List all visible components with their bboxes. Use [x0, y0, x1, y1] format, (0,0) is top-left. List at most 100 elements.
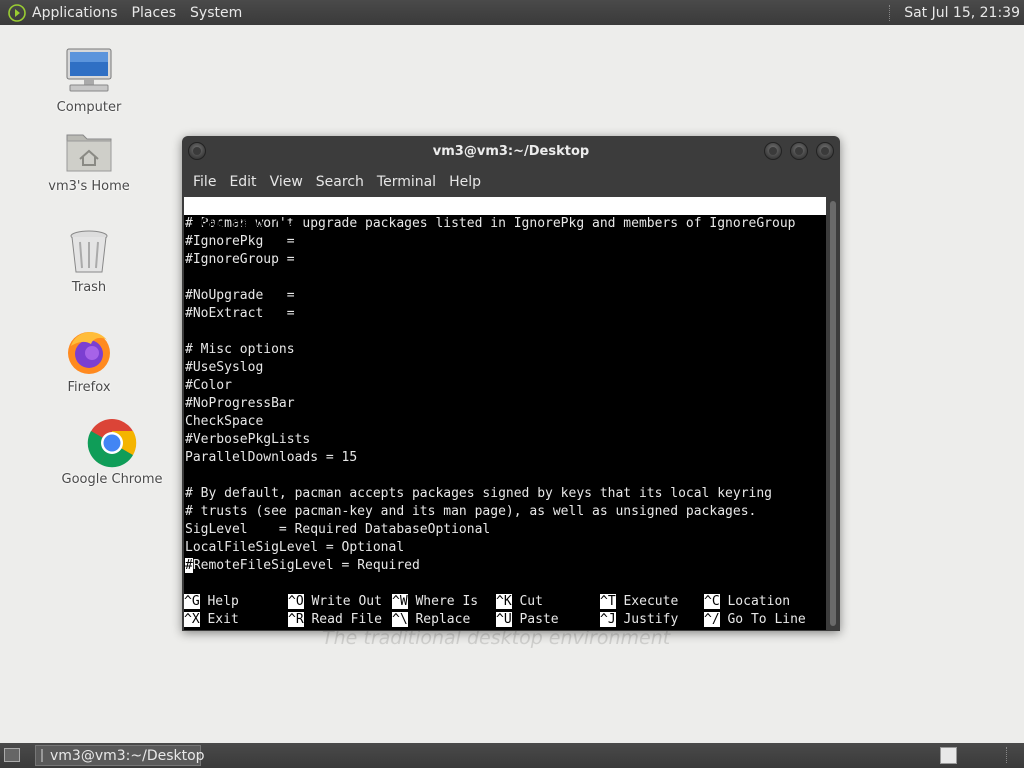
shortcut-key: ^U	[496, 612, 512, 627]
cursor-line-text: RemoteFileSigLevel = Required	[192, 558, 420, 573]
panel-separator	[889, 4, 896, 21]
nano-shortcut: ^K Cut	[496, 593, 543, 611]
taskbar-label: vm3@vm3:~/Desktop	[50, 747, 205, 764]
file-line[interactable]	[184, 269, 826, 287]
file-line[interactable]: SigLevel = Required DatabaseOptional	[184, 521, 826, 539]
bottom-panel: vm3@vm3:~/Desktop	[0, 743, 1024, 768]
shortcut-key: ^T	[600, 594, 616, 609]
panel-separator	[1006, 747, 1007, 763]
terminal-body[interactable]: GNU nano 7.2 /etc/pacman.conf # Pacman w…	[184, 197, 826, 630]
cursor-line[interactable]: #RemoteFileSigLevel = Required	[184, 557, 826, 575]
shortcut-key: ^K	[496, 594, 512, 609]
file-line[interactable]: CheckSpace	[184, 413, 826, 431]
desktop-icon-label: Computer	[56, 100, 122, 115]
nano-shortcut: ^T Execute	[600, 593, 678, 611]
computer-icon	[66, 48, 112, 92]
file-content[interactable]: # Pacman won't upgrade packages listed i…	[184, 215, 826, 557]
nano-shortcut: ^R Read File	[288, 611, 382, 629]
nano-shortcut: ^/ Go To Line	[704, 611, 806, 629]
nano-shortcut: ^W Where Is	[392, 593, 478, 611]
shortcut-key: ^X	[184, 612, 200, 627]
file-line[interactable]: # By default, pacman accepts packages si…	[184, 485, 826, 503]
menu-terminal[interactable]: Terminal	[377, 174, 436, 190]
shortcut-row-2: ^X Exit ^R Read File ^\ Replace ^U Paste ^J …	[184, 611, 826, 629]
terminal-icon	[41, 749, 43, 762]
trash-icon	[70, 230, 108, 273]
desktop-icon-home[interactable]: vm3's Home	[34, 127, 144, 194]
firefox-icon	[68, 332, 110, 374]
terminal-scrollbar[interactable]	[827, 197, 840, 630]
menu-help[interactable]: Help	[449, 174, 481, 190]
shortcut-key: ^R	[288, 612, 304, 627]
desktop-icon-trash[interactable]: Trash	[34, 228, 144, 295]
taskbar-terminal-button[interactable]: vm3@vm3:~/Desktop	[35, 745, 205, 766]
desktop-icon-label: Google Chrome	[61, 472, 163, 487]
desktop-icon-label: vm3's Home	[48, 179, 130, 194]
chrome-icon	[87, 419, 137, 468]
maximize-button[interactable]	[790, 142, 808, 160]
file-line[interactable]	[184, 467, 826, 485]
terminal-window[interactable]: vm3@vm3:~/Desktop File Edit View Search …	[182, 136, 840, 631]
desktop-icon-label: Trash	[71, 280, 107, 295]
menu-edit[interactable]: Edit	[229, 174, 256, 190]
shortcut-label: Replace	[415, 612, 471, 627]
file-line[interactable]: LocalFileSigLevel = Optional	[184, 539, 826, 557]
text-cursor: #	[185, 558, 193, 573]
distro-logo-icon[interactable]	[8, 3, 26, 22]
file-line[interactable]	[184, 323, 826, 341]
shortcut-key: ^W	[392, 594, 408, 609]
desktop-icon-firefox[interactable]: Firefox	[34, 328, 144, 395]
shortcut-label: Read File	[311, 612, 382, 627]
file-line[interactable]: #NoExtract =	[184, 305, 826, 323]
file-line[interactable]: #UseSyslog	[184, 359, 826, 377]
nano-shortcut: ^G Help	[184, 593, 239, 611]
shortcut-label: Where Is	[415, 594, 479, 609]
menu-file[interactable]: File	[193, 174, 216, 190]
shortcut-key: ^G	[184, 594, 200, 609]
shortcut-key: ^/	[704, 612, 720, 627]
file-line[interactable]: # trusts (see pacman-key and its man pag…	[184, 503, 826, 521]
nano-shortcut: ^U Paste	[496, 611, 559, 629]
applications-menu[interactable]: Applications	[32, 5, 118, 21]
desktop-icon-chrome[interactable]: Google Chrome	[57, 418, 167, 487]
nano-version: GNU nano 7.2	[201, 216, 295, 231]
file-line[interactable]: #IgnoreGroup =	[184, 251, 826, 269]
file-line[interactable]: #NoProgressBar	[184, 395, 826, 413]
nano-header: GNU nano 7.2 /etc/pacman.conf	[184, 197, 826, 249]
shortcut-key: ^J	[600, 612, 616, 627]
places-menu[interactable]: Places	[132, 5, 177, 21]
file-line[interactable]: # Misc options	[184, 341, 826, 359]
nano-shortcut: ^O Write Out	[288, 593, 382, 611]
show-desktop-icon[interactable]	[4, 748, 20, 762]
file-line[interactable]: #VerbosePkgLists	[184, 431, 826, 449]
top-panel: Applications Places System Sat Jul 15, 2…	[0, 0, 1024, 25]
shortcut-key: ^C	[704, 594, 720, 609]
shortcut-label: Cut	[519, 594, 543, 609]
scrollbar-thumb[interactable]	[830, 201, 836, 626]
menu-view[interactable]: View	[270, 174, 303, 190]
home-folder-icon	[66, 134, 112, 172]
nano-shortcut: ^\ Replace	[392, 611, 470, 629]
file-line[interactable]: #Color	[184, 377, 826, 395]
shortcut-key: ^\	[392, 612, 408, 627]
window-titlebar[interactable]: vm3@vm3:~/Desktop	[182, 136, 840, 168]
desktop-icon-label: Firefox	[67, 380, 111, 395]
file-line[interactable]: #NoUpgrade =	[184, 287, 826, 305]
shortcut-label: Location	[727, 594, 791, 609]
nano-shortcut: ^J Justify	[600, 611, 678, 629]
shortcut-row-1: ^G Help ^O Write Out ^W Where Is ^K Cut ^T E…	[184, 593, 826, 611]
close-button[interactable]	[816, 142, 834, 160]
menu-search[interactable]: Search	[316, 174, 364, 190]
nano-shortcuts: ^G Help ^O Write Out ^W Where Is ^K Cut ^T E…	[184, 593, 826, 629]
window-menu-button[interactable]	[188, 142, 206, 160]
clock[interactable]: Sat Jul 15, 21:39	[904, 5, 1020, 21]
shortcut-label: Exit	[207, 612, 239, 627]
system-menu[interactable]: System	[190, 5, 242, 21]
workspace-switcher[interactable]	[940, 747, 957, 764]
file-line[interactable]: ParallelDownloads = 15	[184, 449, 826, 467]
shortcut-key: ^O	[288, 594, 304, 609]
nano-shortcut: ^C Location	[704, 593, 790, 611]
minimize-button[interactable]	[764, 142, 782, 160]
shortcut-label: Justify	[623, 612, 679, 627]
desktop-icon-computer[interactable]: Computer	[34, 46, 144, 115]
